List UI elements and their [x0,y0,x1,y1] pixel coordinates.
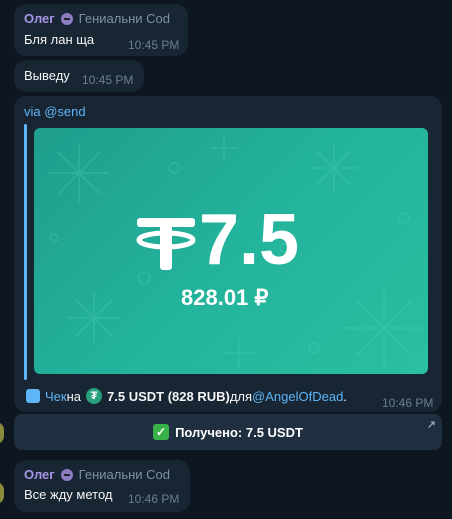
message-time: 10:45 PM [128,38,180,52]
message-text: Выведу [24,68,70,83]
check-link[interactable]: Чек [45,389,67,404]
message-time: 10:46 PM [128,492,180,506]
preview-accent-bar [24,124,27,380]
text-dot: . [343,388,347,404]
sender-signature: Гениальни Cod [78,11,171,26]
sender-name[interactable]: Олег [24,467,55,483]
message-time: 10:45 PM [82,73,134,87]
message-text: Все жду метод [24,487,113,502]
check-mark-icon: ✓ [153,424,170,440]
recipient-link[interactable]: @AngelOfDead [252,389,343,404]
check-amount: 7.5 [199,200,300,280]
check-amount-text: 7.5 USDT (828 RUB) [107,388,230,404]
check-preview[interactable]: 7.5 828.01 ₽ [24,124,430,380]
text-on: на [66,388,82,404]
via-bot-line: via @send [24,104,86,119]
sender-status-icon [60,13,73,25]
check-rub-amount: 828.01 ₽ [181,285,269,310]
sender-status-icon [60,469,73,481]
check-card-image[interactable]: 7.5 828.01 ₽ [34,128,428,374]
avatar[interactable] [0,422,4,444]
tether-logo-icon [136,218,196,270]
anchor-icon [26,389,40,403]
bot-link[interactable]: @send [44,104,85,119]
via-label: via [24,104,45,119]
received-inline-button[interactable]: ✓ Получено: 7.5 USDT ↗ [14,414,442,450]
open-link-arrow-icon: ↗ [426,419,436,431]
sender-signature: Гениальни Cod [78,467,171,482]
text-for: для [229,388,253,404]
check-description: Чек на ₮ 7.5 USDT (828 RUB) для @AngelOf… [26,388,347,404]
inline-button-label: Получено: 7.5 USDT [175,424,303,440]
avatar[interactable] [0,482,4,504]
message-bubble: Выведу 10:45 PM [14,60,144,92]
message-time: 10:46 PM [382,396,434,410]
message-bubble: Олег Гениальни Cod Все жду метод 10:46 P… [14,460,190,512]
message-text: Бля лан ща [24,32,95,47]
sender-name[interactable]: Олег [24,11,55,27]
message-bubble: Олег Гениальни Cod Бля лан ща 10:45 PM [14,4,188,56]
usdt-icon: ₮ [86,388,103,404]
